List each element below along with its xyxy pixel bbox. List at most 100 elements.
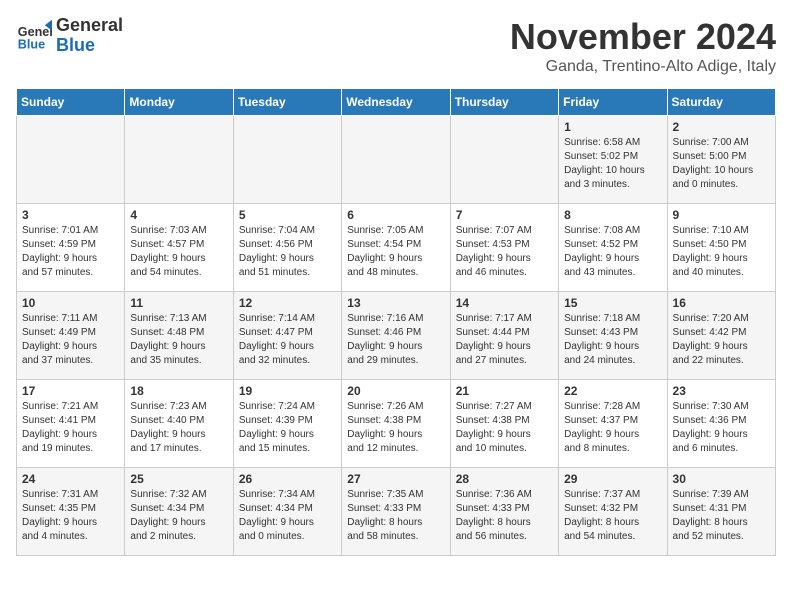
day-info: Sunrise: 7:39 AM Sunset: 4:31 PM Dayligh… bbox=[673, 488, 770, 544]
calendar-header-row: SundayMondayTuesdayWednesdayThursdayFrid… bbox=[17, 89, 776, 116]
day-info: Sunrise: 7:34 AM Sunset: 4:34 PM Dayligh… bbox=[239, 488, 336, 544]
day-number: 13 bbox=[347, 296, 444, 310]
calendar-day: 7Sunrise: 7:07 AM Sunset: 4:53 PM Daylig… bbox=[450, 204, 558, 292]
day-number: 18 bbox=[130, 384, 227, 398]
day-info: Sunrise: 7:01 AM Sunset: 4:59 PM Dayligh… bbox=[22, 224, 119, 280]
day-info: Sunrise: 7:30 AM Sunset: 4:36 PM Dayligh… bbox=[673, 400, 770, 456]
day-number: 23 bbox=[673, 384, 770, 398]
calendar-table: SundayMondayTuesdayWednesdayThursdayFrid… bbox=[16, 88, 776, 556]
calendar-week-5: 24 Sunrise: 7:31 AM Sunset: 4:35 PM Dayli… bbox=[17, 468, 776, 556]
day-number: 11 bbox=[130, 296, 227, 310]
calendar-day: 26 Sunrise: 7:34 AM Sunset: 4:34 PM Dayli… bbox=[233, 468, 341, 556]
day-number: 17 bbox=[22, 384, 119, 398]
day-number: 4 bbox=[130, 208, 227, 222]
calendar-day bbox=[125, 116, 233, 204]
day-info: Sunrise: 7:00 AM Sunset: 5:00 PM Dayligh… bbox=[673, 136, 770, 192]
day-number: 3 bbox=[22, 208, 119, 222]
day-number: 19 bbox=[239, 384, 336, 398]
day-number: 26 bbox=[239, 472, 336, 486]
day-number: 22 bbox=[564, 384, 661, 398]
calendar-day: 2 Sunrise: 7:00 AM Sunset: 5:00 PM Daylig… bbox=[667, 116, 775, 204]
header-tuesday: Tuesday bbox=[233, 89, 341, 116]
day-info: Sunrise: 7:21 AM Sunset: 4:41 PM Dayligh… bbox=[22, 400, 119, 456]
calendar-day: 27 Sunrise: 7:35 AM Sunset: 4:33 PM Dayli… bbox=[342, 468, 450, 556]
day-info: Sunrise: 7:11 AM Sunset: 4:49 PM Dayligh… bbox=[22, 312, 119, 368]
calendar-day: 11 Sunrise: 7:13 AM Sunset: 4:48 PM Dayli… bbox=[125, 292, 233, 380]
calendar-day: 8Sunrise: 7:08 AM Sunset: 4:52 PM Daylig… bbox=[559, 204, 667, 292]
calendar-day: 10 Sunrise: 7:11 AM Sunset: 4:49 PM Dayli… bbox=[17, 292, 125, 380]
month-title: November 2024 bbox=[510, 16, 776, 58]
day-number: 8 bbox=[564, 208, 661, 222]
day-number: 24 bbox=[22, 472, 119, 486]
calendar-day: 21Sunrise: 7:27 AM Sunset: 4:38 PM Dayli… bbox=[450, 380, 558, 468]
day-info: Sunrise: 7:26 AM Sunset: 4:38 PM Dayligh… bbox=[347, 400, 444, 456]
day-info: Sunrise: 7:24 AM Sunset: 4:39 PM Dayligh… bbox=[239, 400, 336, 456]
day-number: 1 bbox=[564, 120, 661, 134]
day-number: 16 bbox=[673, 296, 770, 310]
day-number: 7 bbox=[456, 208, 553, 222]
calendar-day: 5Sunrise: 7:04 AM Sunset: 4:56 PM Daylig… bbox=[233, 204, 341, 292]
header-sunday: Sunday bbox=[17, 89, 125, 116]
calendar-day: 29 Sunrise: 7:37 AM Sunset: 4:32 PM Dayli… bbox=[559, 468, 667, 556]
calendar-day: 20 Sunrise: 7:26 AM Sunset: 4:38 PM Dayli… bbox=[342, 380, 450, 468]
calendar-day: 30 Sunrise: 7:39 AM Sunset: 4:31 PM Dayli… bbox=[667, 468, 775, 556]
day-info: Sunrise: 7:37 AM Sunset: 4:32 PM Dayligh… bbox=[564, 488, 661, 544]
calendar-day: 28 Sunrise: 7:36 AM Sunset: 4:33 PM Dayli… bbox=[450, 468, 558, 556]
day-info: Sunrise: 7:05 AM Sunset: 4:54 PM Dayligh… bbox=[347, 224, 444, 280]
header-wednesday: Wednesday bbox=[342, 89, 450, 116]
day-number: 29 bbox=[564, 472, 661, 486]
day-info: Sunrise: 7:31 AM Sunset: 4:35 PM Dayligh… bbox=[22, 488, 119, 544]
day-number: 20 bbox=[347, 384, 444, 398]
day-number: 12 bbox=[239, 296, 336, 310]
calendar-day: 9 Sunrise: 7:10 AM Sunset: 4:50 PM Daylig… bbox=[667, 204, 775, 292]
calendar-day bbox=[233, 116, 341, 204]
calendar-day: 18 Sunrise: 7:23 AM Sunset: 4:40 PM Dayli… bbox=[125, 380, 233, 468]
day-number: 9 bbox=[673, 208, 770, 222]
calendar-week-3: 10 Sunrise: 7:11 AM Sunset: 4:49 PM Dayli… bbox=[17, 292, 776, 380]
calendar-day: 19 Sunrise: 7:24 AM Sunset: 4:39 PM Dayli… bbox=[233, 380, 341, 468]
day-info: Sunrise: 7:04 AM Sunset: 4:56 PM Dayligh… bbox=[239, 224, 336, 280]
title-section: November 2024 Ganda, Trentino-Alto Adige… bbox=[510, 16, 776, 76]
day-info: Sunrise: 7:23 AM Sunset: 4:40 PM Dayligh… bbox=[130, 400, 227, 456]
day-info: Sunrise: 7:13 AM Sunset: 4:48 PM Dayligh… bbox=[130, 312, 227, 368]
day-number: 6 bbox=[347, 208, 444, 222]
calendar-day: 1 Sunrise: 6:58 AM Sunset: 5:02 PM Daylig… bbox=[559, 116, 667, 204]
day-number: 10 bbox=[22, 296, 119, 310]
day-number: 15 bbox=[564, 296, 661, 310]
header-thursday: Thursday bbox=[450, 89, 558, 116]
day-info: Sunrise: 6:58 AM Sunset: 5:02 PM Dayligh… bbox=[564, 136, 661, 192]
calendar-day: 16Sunrise: 7:20 AM Sunset: 4:42 PM Dayli… bbox=[667, 292, 775, 380]
day-info: Sunrise: 7:03 AM Sunset: 4:57 PM Dayligh… bbox=[130, 224, 227, 280]
day-info: Sunrise: 7:32 AM Sunset: 4:34 PM Dayligh… bbox=[130, 488, 227, 544]
calendar-week-4: 17 Sunrise: 7:21 AM Sunset: 4:41 PM Dayli… bbox=[17, 380, 776, 468]
day-number: 28 bbox=[456, 472, 553, 486]
calendar-day: 17 Sunrise: 7:21 AM Sunset: 4:41 PM Dayli… bbox=[17, 380, 125, 468]
calendar-week-2: 3 Sunrise: 7:01 AM Sunset: 4:59 PM Daylig… bbox=[17, 204, 776, 292]
calendar-day bbox=[17, 116, 125, 204]
calendar-day: 13 Sunrise: 7:16 AM Sunset: 4:46 PM Dayli… bbox=[342, 292, 450, 380]
calendar-day bbox=[342, 116, 450, 204]
day-number: 25 bbox=[130, 472, 227, 486]
day-number: 2 bbox=[673, 120, 770, 134]
header-monday: Monday bbox=[125, 89, 233, 116]
logo-icon: General Blue bbox=[16, 18, 52, 54]
calendar-day: 3 Sunrise: 7:01 AM Sunset: 4:59 PM Daylig… bbox=[17, 204, 125, 292]
location-subtitle: Ganda, Trentino-Alto Adige, Italy bbox=[510, 58, 776, 76]
calendar-day: 24 Sunrise: 7:31 AM Sunset: 4:35 PM Dayli… bbox=[17, 468, 125, 556]
header-saturday: Saturday bbox=[667, 89, 775, 116]
day-number: 14 bbox=[456, 296, 553, 310]
calendar-week-1: 1 Sunrise: 6:58 AM Sunset: 5:02 PM Daylig… bbox=[17, 116, 776, 204]
day-number: 27 bbox=[347, 472, 444, 486]
day-info: Sunrise: 7:16 AM Sunset: 4:46 PM Dayligh… bbox=[347, 312, 444, 368]
calendar-day: 22Sunrise: 7:28 AM Sunset: 4:37 PM Dayli… bbox=[559, 380, 667, 468]
calendar-day: 15Sunrise: 7:18 AM Sunset: 4:43 PM Dayli… bbox=[559, 292, 667, 380]
day-info: Sunrise: 7:36 AM Sunset: 4:33 PM Dayligh… bbox=[456, 488, 553, 544]
day-info: Sunrise: 7:35 AM Sunset: 4:33 PM Dayligh… bbox=[347, 488, 444, 544]
day-number: 30 bbox=[673, 472, 770, 486]
day-number: 21 bbox=[456, 384, 553, 398]
logo: General Blue General Blue bbox=[16, 16, 123, 56]
svg-text:Blue: Blue bbox=[18, 37, 45, 51]
calendar-day: 23 Sunrise: 7:30 AM Sunset: 4:36 PM Dayli… bbox=[667, 380, 775, 468]
day-info: Sunrise: 7:10 AM Sunset: 4:50 PM Dayligh… bbox=[673, 224, 770, 280]
calendar-day: 25 Sunrise: 7:32 AM Sunset: 4:34 PM Dayli… bbox=[125, 468, 233, 556]
